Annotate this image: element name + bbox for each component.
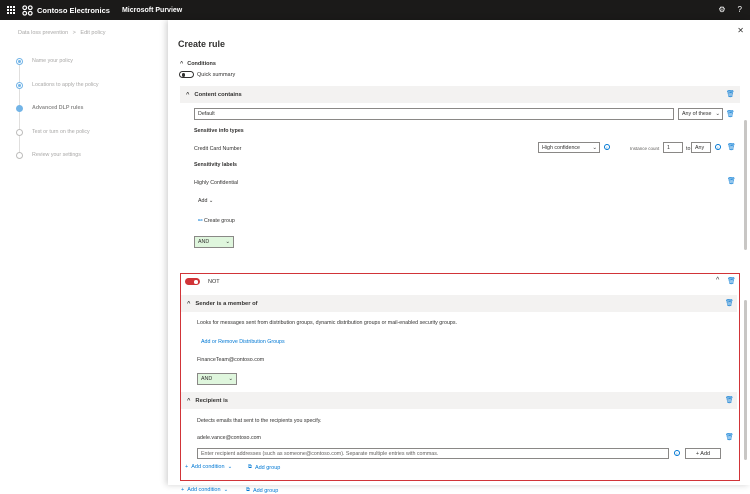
close-icon[interactable]: ✕: [737, 26, 744, 35]
recipient-description: Detects emails that sent to the recipien…: [197, 418, 322, 424]
add-label-button[interactable]: Add ⌄: [198, 198, 213, 204]
create-group-button[interactable]: ⚯ Create group: [198, 218, 235, 224]
create-rule-panel: ✕ Create rule ^ Conditions Quick summary…: [168, 20, 750, 494]
confidence-select[interactable]: High confidence ⌄: [538, 142, 600, 153]
info-icon[interactable]: i: [674, 450, 680, 456]
company-brand[interactable]: Contoso Electronics: [22, 4, 110, 16]
group-name-input[interactable]: Default: [194, 108, 674, 120]
label-name: Highly Confidential: [194, 180, 239, 186]
step-locations[interactable]: Locations to apply the policy: [16, 81, 99, 106]
delete-label-icon[interactable]: 🗑: [727, 177, 736, 185]
delete-sit-icon[interactable]: 🗑: [727, 143, 736, 151]
help-icon[interactable]: ?: [738, 5, 742, 14]
waffle-icon[interactable]: [4, 6, 18, 14]
add-group-button[interactable]: ⧉ Add group: [248, 464, 280, 471]
step-advanced-dlp-rules[interactable]: Advanced DLP rules: [16, 105, 99, 129]
match-type-select[interactable]: Any of these ⌄: [678, 108, 723, 120]
add-recipient-button[interactable]: + Add: [685, 448, 721, 459]
labels-section-header: Sensitivity labels: [194, 162, 237, 168]
delete-group-icon[interactable]: 🗑: [726, 110, 735, 118]
instance-max-input[interactable]: Any: [691, 142, 711, 153]
content-scrollbar[interactable]: [744, 120, 747, 250]
chevron-down-icon: ⌄: [223, 487, 229, 493]
operator-select[interactable]: AND ⌄: [197, 373, 237, 385]
breadcrumb-root[interactable]: Data loss prevention: [18, 30, 68, 36]
add-condition-button[interactable]: + Add condition ⌄: [185, 464, 232, 470]
footer-add-group-button[interactable]: ⧉ Add group: [246, 487, 278, 494]
recipient-input[interactable]: Enter recipient addresses (such as someo…: [197, 448, 669, 459]
chevron-up-icon: ^: [186, 91, 190, 98]
company-logo-icon: [22, 4, 33, 16]
chevron-down-icon: ⌄: [228, 376, 233, 382]
sit-name: Credit Card Number: [194, 146, 242, 152]
sit-section-header: Sensitive info types: [194, 128, 244, 134]
chevron-down-icon: ⌄: [208, 198, 214, 204]
product-name: Microsoft Purview: [121, 6, 183, 14]
chevron-down-icon: ⌄: [715, 111, 720, 117]
chevron-up-icon: ^: [187, 300, 191, 307]
company-name: Contoso Electronics: [37, 5, 110, 15]
quick-summary-toggle[interactable]: Quick summary: [179, 71, 235, 78]
add-group-icon: ⧉: [246, 487, 250, 493]
panel-title: Create rule: [178, 39, 226, 49]
step-test-or-turn-on[interactable]: Test or turn on the policy: [16, 128, 99, 153]
wizard-steps: Name your policy Locations to apply the …: [16, 58, 99, 176]
delete-not-group-icon[interactable]: 🗑: [727, 277, 736, 285]
info-icon[interactable]: i: [715, 144, 721, 150]
gear-icon[interactable]: ⚙: [718, 5, 725, 14]
distribution-groups-link[interactable]: Add or Remove Distribution Groups: [201, 339, 285, 345]
not-group: NOT ^ 🗑 ^ Sender is a member of 🗑 Looks f…: [180, 273, 740, 481]
conditions-section-header[interactable]: ^ Conditions: [180, 61, 216, 67]
delete-recipient-icon[interactable]: 🗑: [725, 433, 734, 441]
sender-description: Looks for messages sent from distributio…: [197, 320, 457, 326]
chevron-up-icon: ^: [180, 61, 184, 67]
wizard-background: Data loss prevention > Edit policy Name …: [0, 20, 168, 485]
sender-group-value: FinanceTeam@contoso.com: [197, 357, 265, 363]
breadcrumb-current: Edit policy: [80, 30, 106, 36]
footer-add-condition-button[interactable]: + Add condition ⌄: [181, 487, 228, 493]
instance-min-input[interactable]: 1: [663, 142, 683, 153]
delete-content-contains-icon[interactable]: 🗑: [726, 90, 735, 98]
delete-recipient-condition-icon[interactable]: 🗑: [725, 396, 734, 404]
not-group-scrollbar[interactable]: [744, 300, 747, 460]
add-group-icon: ⧉: [248, 464, 252, 470]
breadcrumb: Data loss prevention > Edit policy: [18, 30, 106, 36]
top-navigation-bar: Contoso Electronics Microsoft Purview ⚙ …: [0, 0, 750, 20]
info-icon[interactable]: i: [604, 144, 610, 150]
step-review-settings[interactable]: Review your settings: [16, 152, 99, 176]
chevron-down-icon: ⌄: [227, 464, 233, 470]
chevron-down-icon: ⌄: [592, 144, 597, 151]
recipient-value: adele.vance@contoso.com: [197, 435, 261, 441]
step-name-policy[interactable]: Name your policy: [16, 58, 99, 82]
operator-select[interactable]: AND ⌄: [194, 236, 234, 248]
chevron-up-icon[interactable]: ^: [716, 277, 719, 284]
conditions-area: ^ Content contains 🗑 Default Any of thes…: [168, 80, 750, 494]
chevron-down-icon: ⌄: [225, 239, 230, 245]
recipient-is-header[interactable]: ^ Recipient is: [181, 392, 737, 409]
chevron-up-icon: ^: [187, 397, 191, 404]
group-icon: ⚯: [198, 218, 203, 224]
not-toggle[interactable]: [185, 278, 200, 285]
toggle-switch[interactable]: [179, 71, 194, 78]
sender-member-header[interactable]: ^ Sender is a member of: [181, 295, 737, 312]
delete-sender-condition-icon[interactable]: 🗑: [725, 299, 734, 307]
not-label: NOT: [208, 278, 220, 285]
content-contains-header[interactable]: ^ Content contains: [180, 86, 740, 103]
